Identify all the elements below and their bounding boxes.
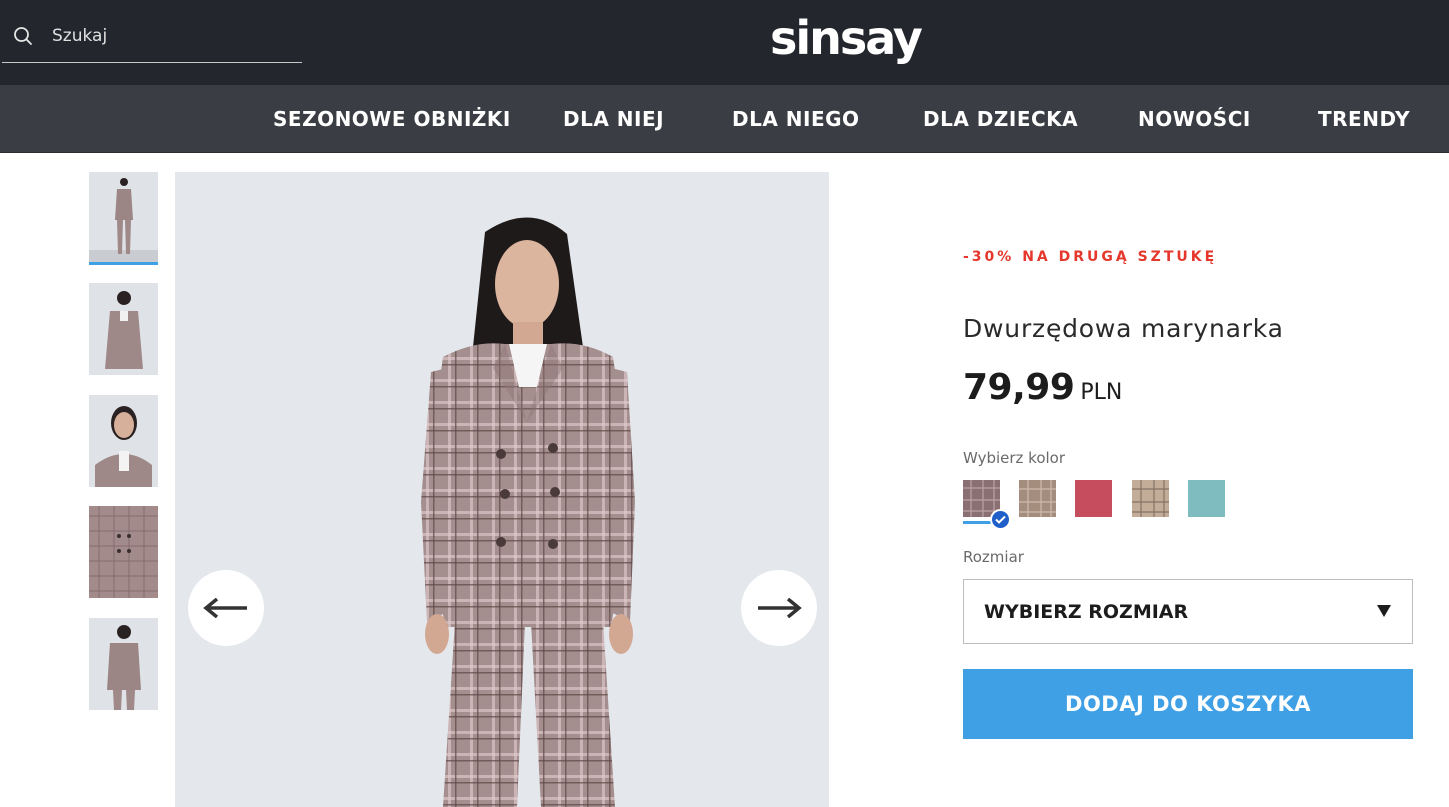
product-thumbnail[interactable] bbox=[89, 283, 158, 375]
color-swatch-teal[interactable] bbox=[1188, 480, 1225, 517]
check-icon bbox=[990, 509, 1011, 530]
nav-item-kids[interactable]: DLA DZIECKA bbox=[923, 105, 1078, 133]
color-swatch-red[interactable] bbox=[1075, 480, 1112, 517]
size-select-label: WYBIERZ ROZMIAR bbox=[984, 601, 1189, 623]
price-value: 79,99 bbox=[963, 367, 1075, 408]
top-bar: sinsay bbox=[0, 0, 1449, 85]
nav-item-women[interactable]: DLA NIEJ bbox=[563, 105, 664, 133]
search-bar[interactable] bbox=[2, 14, 302, 63]
color-swatch-light-check[interactable] bbox=[1132, 480, 1169, 517]
previous-image-button[interactable] bbox=[188, 570, 264, 646]
thumbnail-selected-indicator bbox=[89, 262, 158, 265]
main-navigation: SEZONOWE OBNIŻKI DLA NIEJ DLA NIEGO DLA … bbox=[0, 85, 1449, 153]
nav-item-new[interactable]: NOWOŚCI bbox=[1138, 105, 1251, 133]
search-input[interactable] bbox=[52, 22, 292, 50]
color-swatch-beige-check[interactable] bbox=[1019, 480, 1056, 517]
color-selected-indicator bbox=[963, 521, 991, 524]
arrow-right-icon bbox=[758, 598, 802, 618]
size-label: Rozmiar bbox=[963, 548, 1024, 566]
product-thumbnail[interactable] bbox=[89, 395, 158, 487]
site-logo[interactable]: sinsay bbox=[770, 8, 923, 68]
promo-badge: -30% NA DRUGĄ SZTUKĘ bbox=[963, 249, 1218, 265]
product-thumbnail[interactable] bbox=[89, 506, 158, 598]
nav-item-men[interactable]: DLA NIEGO bbox=[732, 105, 860, 133]
product-main-image bbox=[175, 172, 829, 807]
nav-item-sale[interactable]: SEZONOWE OBNIŻKI bbox=[273, 105, 511, 133]
search-icon[interactable] bbox=[12, 25, 34, 47]
size-select[interactable]: WYBIERZ ROZMIAR bbox=[963, 579, 1413, 644]
caret-down-icon bbox=[1377, 605, 1391, 617]
nav-item-trends[interactable]: TRENDY bbox=[1318, 105, 1410, 133]
product-title: Dwurzędowa marynarka bbox=[963, 314, 1284, 343]
add-to-cart-button[interactable]: DODAJ DO KOSZYKA bbox=[963, 669, 1413, 739]
next-image-button[interactable] bbox=[741, 570, 817, 646]
arrow-left-icon bbox=[203, 598, 247, 618]
product-thumbnail[interactable] bbox=[89, 172, 158, 264]
product-thumbnail[interactable] bbox=[89, 618, 158, 710]
product-price: 79,99 PLN bbox=[963, 366, 1122, 410]
price-currency: PLN bbox=[1080, 380, 1123, 405]
color-label: Wybierz kolor bbox=[963, 449, 1066, 467]
